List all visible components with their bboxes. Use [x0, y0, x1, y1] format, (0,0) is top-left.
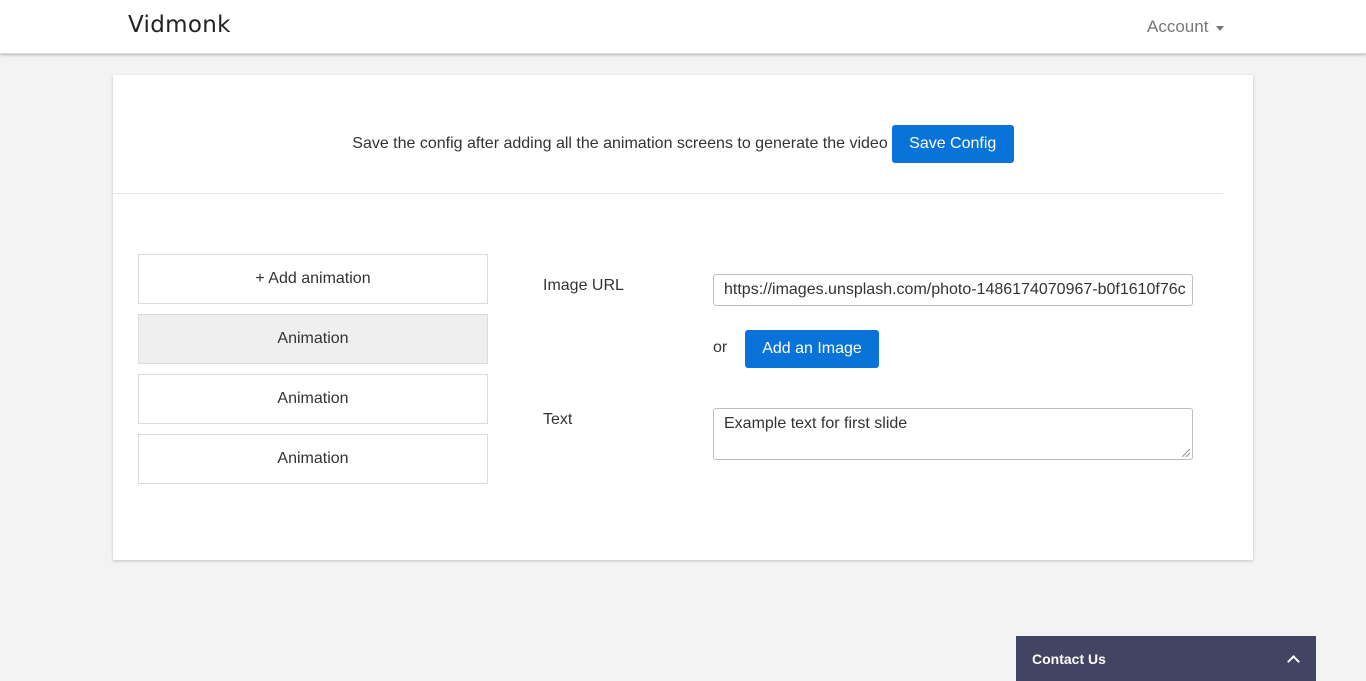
- image-url-label: Image URL: [543, 277, 624, 294]
- add-animation-button[interactable]: + Add animation: [138, 254, 488, 304]
- text-input[interactable]: Example text for first slide: [713, 408, 1193, 460]
- save-config-button[interactable]: Save Config: [891, 125, 1014, 163]
- contact-us-widget[interactable]: Contact Us: [1016, 636, 1316, 681]
- add-image-button[interactable]: Add an Image: [745, 330, 879, 368]
- save-config-row: Save the config after adding all the ani…: [113, 125, 1253, 163]
- animation-list: + Add animation Animation Animation Anim…: [138, 254, 488, 494]
- account-label: Account: [1147, 17, 1209, 36]
- chevron-up-icon: [1287, 654, 1300, 668]
- caret-down-icon: [1216, 25, 1225, 31]
- navbar: Vidmonk Account: [0, 0, 1366, 54]
- animation-item-1[interactable]: Animation: [138, 314, 488, 364]
- editor-card: Save the config after adding all the ani…: [113, 75, 1253, 560]
- resize-grip-icon[interactable]: [1182, 449, 1190, 457]
- save-config-message: Save the config after adding all the ani…: [352, 135, 888, 152]
- animation-item-2[interactable]: Animation: [138, 374, 488, 424]
- text-label: Text: [543, 411, 573, 428]
- or-text: or: [713, 339, 728, 356]
- account-menu[interactable]: Account: [1147, 17, 1225, 37]
- animation-item-3[interactable]: Animation: [138, 434, 488, 484]
- brand-logo[interactable]: Vidmonk: [128, 12, 231, 38]
- image-url-input[interactable]: https://images.unsplash.com/photo-148617…: [713, 274, 1193, 306]
- divider: [113, 193, 1223, 194]
- contact-us-label: Contact Us: [1032, 650, 1106, 667]
- text-input-value: Example text for first slide: [724, 415, 908, 432]
